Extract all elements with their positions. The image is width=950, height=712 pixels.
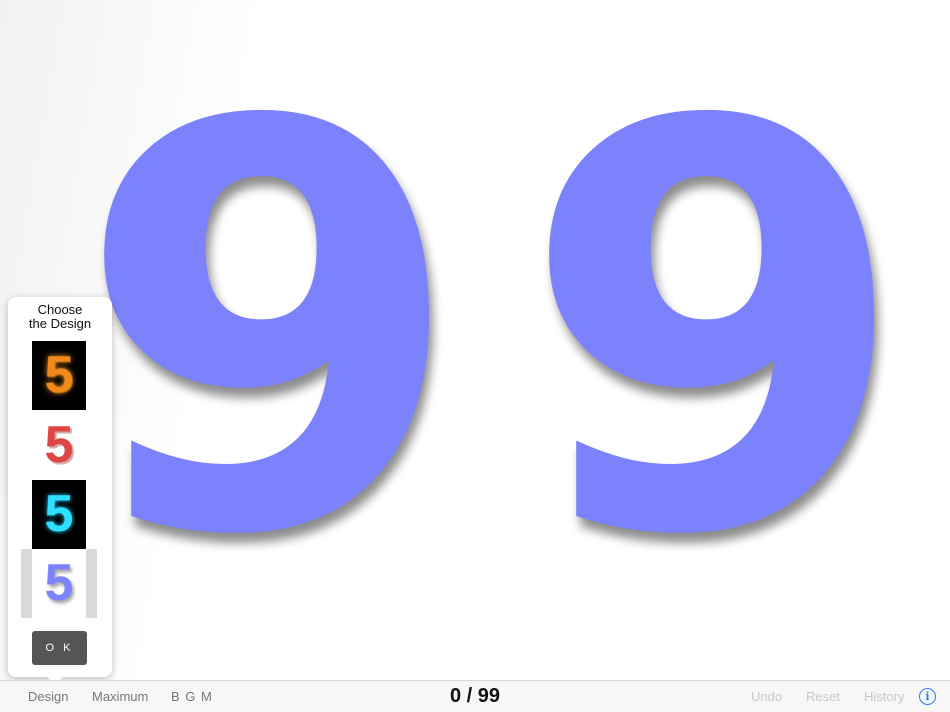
history-button[interactable]: History	[864, 681, 904, 712]
design-option-glyph: 5	[44, 485, 74, 543]
popover-title: Choose the Design	[28, 302, 92, 331]
design-option-cyan[interactable]: 5	[32, 480, 86, 549]
design-option-glyph: 5	[44, 416, 74, 474]
maximum-button[interactable]: Maximum	[92, 681, 148, 712]
bgm-button[interactable]: B G M	[171, 681, 213, 712]
design-option-red[interactable]: 5	[32, 411, 86, 480]
design-popover: Choose the Design 5 5 5 5 O K	[8, 297, 112, 685]
design-option-glyph: 5	[44, 346, 74, 404]
ok-button[interactable]: O K	[32, 631, 87, 665]
counter-display: 0 / 99	[449, 685, 501, 707]
undo-button[interactable]: Undo	[751, 681, 782, 712]
reset-button[interactable]: Reset	[806, 681, 840, 712]
info-circle-icon[interactable]: i	[919, 688, 936, 705]
tens-digit-display[interactable]: 9	[60, 32, 480, 632]
bottom-toolbar: Design Maximum B G M 0 / 99 Undo Reset H…	[0, 680, 950, 712]
app-window: 9 9 Choose the Design 5 5 5 5 O K Design…	[0, 0, 950, 712]
ones-digit-display[interactable]: 9	[505, 32, 925, 632]
design-option-blue-selected[interactable]: 5	[21, 549, 97, 618]
design-option-glyph: 5	[32, 549, 86, 618]
design-option-orange[interactable]: 5	[32, 341, 86, 410]
design-button[interactable]: Design	[28, 681, 68, 712]
